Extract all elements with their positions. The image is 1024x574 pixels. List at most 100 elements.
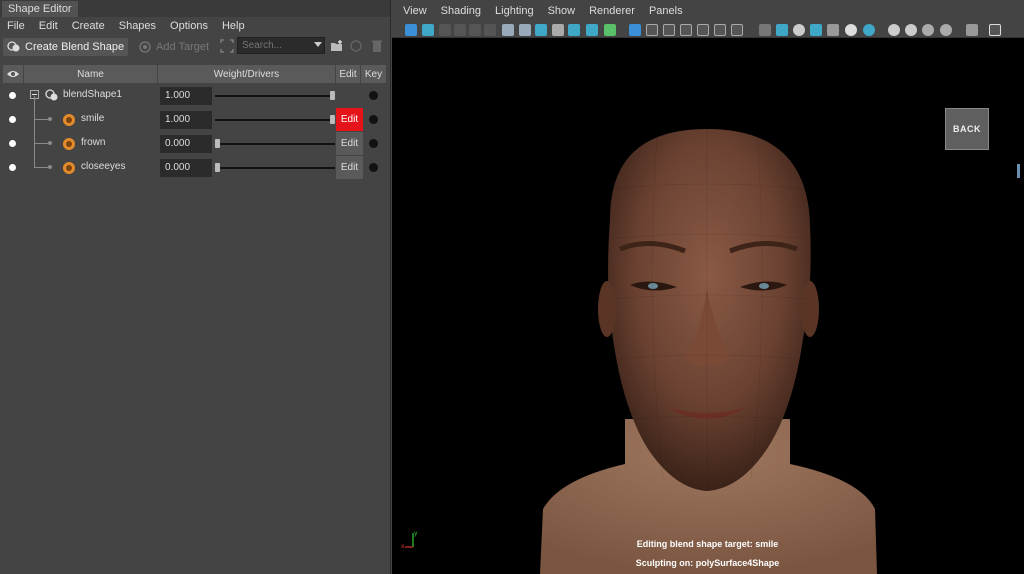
weight-field[interactable]: 0.000 bbox=[160, 159, 212, 177]
film-icon[interactable] bbox=[519, 24, 531, 36]
visibility-toggle[interactable] bbox=[9, 164, 16, 171]
table-row[interactable]: closeeyes 0.000 Edit bbox=[3, 144, 386, 180]
textured-icon[interactable] bbox=[810, 24, 822, 36]
camera-attributes-icon[interactable] bbox=[422, 24, 434, 36]
viewport-panel: View Shading Lighting Show Renderer Pane… bbox=[392, 0, 1024, 574]
key-column-header[interactable]: Key bbox=[361, 65, 386, 83]
menu-show[interactable]: Show bbox=[541, 5, 583, 17]
menu-panels[interactable]: Panels bbox=[642, 5, 690, 17]
3d-scene[interactable]: BACK Editing blend shape target: smile S… bbox=[395, 39, 1020, 574]
weight-slider-handle[interactable] bbox=[330, 91, 335, 100]
weight-column-header[interactable]: Weight/Drivers bbox=[158, 65, 336, 83]
safe-action-icon[interactable] bbox=[714, 24, 726, 36]
x-ray-icon[interactable] bbox=[827, 24, 839, 36]
film-gate-icon[interactable] bbox=[646, 24, 658, 36]
motion-blur-icon[interactable] bbox=[905, 24, 917, 36]
visibility-toggle[interactable] bbox=[9, 116, 16, 123]
axis-gizmo: y x bbox=[401, 530, 418, 549]
light-icon[interactable] bbox=[845, 24, 857, 36]
tab-shape-editor[interactable]: Shape Editor bbox=[2, 1, 78, 17]
table-row[interactable]: smile 1.000 Edit bbox=[3, 96, 386, 132]
weight-slider-handle[interactable] bbox=[215, 163, 220, 172]
visibility-toggle[interactable] bbox=[9, 140, 16, 147]
visibility-column-header[interactable] bbox=[3, 65, 24, 83]
refresh-icon[interactable] bbox=[349, 39, 363, 53]
grid-toggle-icon[interactable] bbox=[535, 24, 547, 36]
editor-menubar: File Edit Create Shapes Options Help bbox=[0, 17, 390, 35]
ambient-occlusion-icon[interactable] bbox=[888, 24, 900, 36]
key-button[interactable] bbox=[369, 163, 378, 172]
table-row[interactable]: blendShape1 1.000 bbox=[3, 84, 386, 108]
tab-strip: Shape Editor bbox=[0, 0, 390, 17]
weight-field[interactable]: 1.000 bbox=[160, 87, 212, 105]
search-input[interactable] bbox=[237, 37, 325, 54]
menu-view[interactable]: View bbox=[396, 5, 434, 17]
menu-shapes[interactable]: Shapes bbox=[112, 17, 163, 35]
weight-slider-handle[interactable] bbox=[330, 115, 335, 124]
create-blend-shape-button[interactable]: Create Blend Shape bbox=[3, 38, 129, 56]
edit-target-button[interactable]: Edit bbox=[336, 132, 363, 155]
table-row[interactable]: frown 0.000 Edit bbox=[3, 120, 386, 156]
tree-connector bbox=[34, 96, 35, 120]
image-plane-icon[interactable] bbox=[454, 24, 466, 36]
wireframe-icon[interactable] bbox=[759, 24, 771, 36]
menu-lighting[interactable]: Lighting bbox=[488, 5, 541, 17]
back-button[interactable]: BACK bbox=[945, 108, 989, 150]
default-material-icon[interactable] bbox=[793, 24, 805, 36]
scrollbar[interactable] bbox=[1017, 164, 1020, 178]
weight-slider-track[interactable] bbox=[215, 167, 335, 169]
menu-renderer[interactable]: Renderer bbox=[582, 5, 642, 17]
key-button[interactable] bbox=[369, 115, 378, 124]
resolution-gate-icon[interactable] bbox=[663, 24, 675, 36]
visibility-toggle[interactable] bbox=[9, 92, 16, 99]
grease-pencil-icon[interactable] bbox=[484, 24, 496, 36]
camera-icon[interactable] bbox=[502, 24, 514, 36]
add-target-button[interactable]: Add Target bbox=[134, 38, 213, 56]
transform-icon[interactable] bbox=[586, 24, 598, 36]
edit-column-header[interactable]: Edit bbox=[336, 65, 361, 83]
search-dropdown-arrow-icon[interactable] bbox=[314, 42, 322, 47]
snap-icon[interactable] bbox=[568, 24, 580, 36]
smooth-shade-icon[interactable] bbox=[776, 24, 788, 36]
weight-field[interactable]: 0.000 bbox=[160, 135, 212, 153]
menu-edit[interactable]: Edit bbox=[32, 17, 65, 35]
name-column-header[interactable]: Name bbox=[24, 65, 158, 83]
menu-create[interactable]: Create bbox=[65, 17, 112, 35]
weight-slider-track[interactable] bbox=[215, 143, 335, 145]
anti-alias-icon[interactable] bbox=[922, 24, 934, 36]
grid-icon[interactable] bbox=[629, 24, 641, 36]
select-camera-icon[interactable] bbox=[405, 24, 417, 36]
panel-layout-icon[interactable] bbox=[989, 24, 1001, 36]
isolate-icon[interactable] bbox=[966, 24, 978, 36]
shadows-icon[interactable] bbox=[863, 24, 875, 36]
editor-toolbar: Create Blend Shape Add Target bbox=[0, 35, 390, 59]
viewport-toolbar bbox=[392, 22, 1024, 38]
depth-of-field-icon[interactable] bbox=[940, 24, 952, 36]
weight-slider-track[interactable] bbox=[215, 119, 335, 121]
edit-target-button[interactable]: Edit bbox=[336, 108, 363, 131]
safe-title-icon[interactable] bbox=[731, 24, 743, 36]
eye-icon bbox=[7, 71, 19, 77]
delete-icon[interactable] bbox=[370, 39, 384, 53]
gate-mask-icon[interactable] bbox=[680, 24, 692, 36]
menu-file[interactable]: File bbox=[0, 17, 32, 35]
menu-shading[interactable]: Shading bbox=[434, 5, 488, 17]
pen-icon[interactable] bbox=[604, 24, 616, 36]
weight-slider-handle[interactable] bbox=[215, 139, 220, 148]
sphere-icon[interactable] bbox=[469, 24, 481, 36]
key-button[interactable] bbox=[369, 91, 378, 100]
bookmark-2-icon[interactable] bbox=[552, 24, 564, 36]
target-icon bbox=[63, 162, 75, 174]
weight-field[interactable]: 1.000 bbox=[160, 111, 212, 129]
edit-target-button[interactable]: Edit bbox=[336, 156, 363, 179]
menu-help[interactable]: Help bbox=[215, 17, 252, 35]
bookmark-icon[interactable] bbox=[439, 24, 451, 36]
menu-options[interactable]: Options bbox=[163, 17, 215, 35]
new-folder-icon[interactable] bbox=[330, 39, 344, 53]
target-icon bbox=[63, 138, 75, 150]
weight-slider-track[interactable] bbox=[215, 95, 335, 97]
frame-selection-icon[interactable] bbox=[220, 39, 234, 53]
key-button[interactable] bbox=[369, 139, 378, 148]
head-model-render bbox=[540, 129, 877, 574]
field-chart-icon[interactable] bbox=[697, 24, 709, 36]
